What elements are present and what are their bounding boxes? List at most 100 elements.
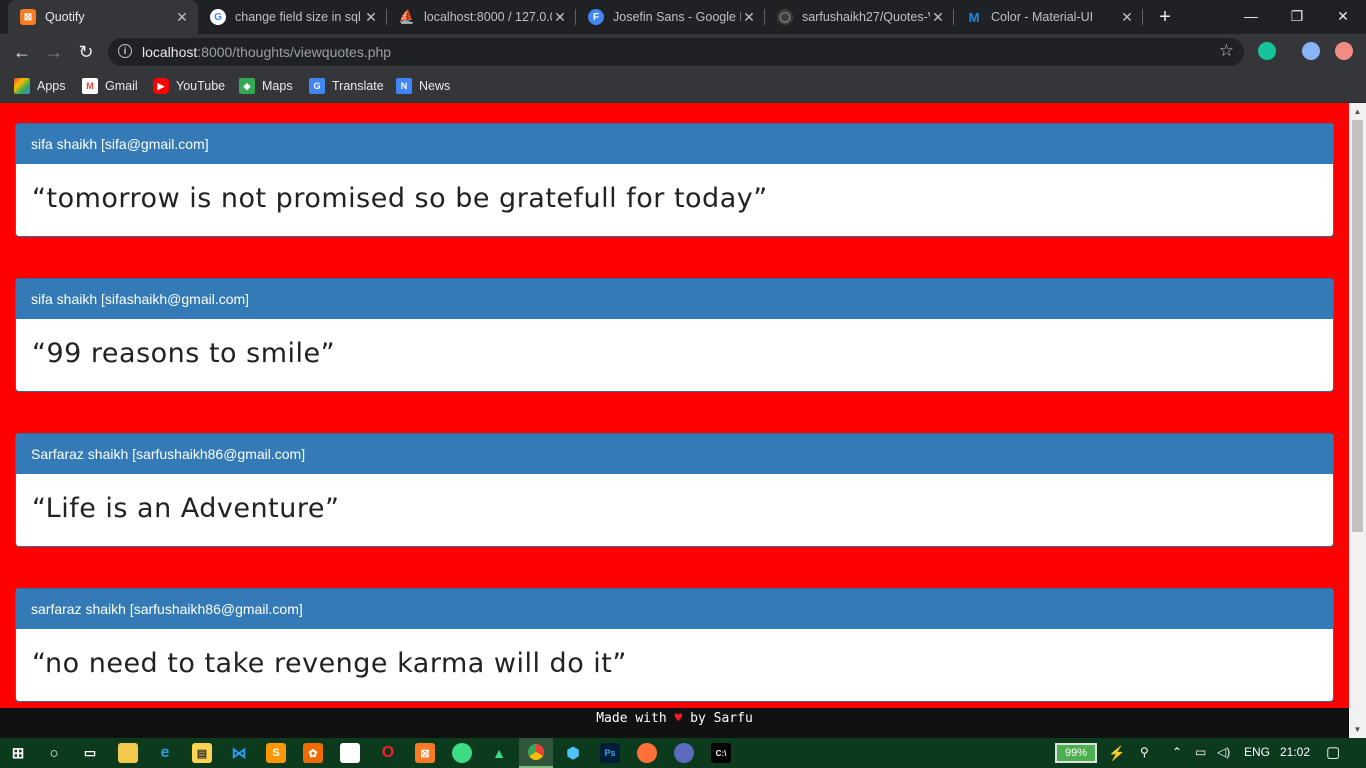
file-explorer-icon[interactable]	[118, 743, 138, 763]
phpmyadmin-icon: ⛵	[398, 9, 416, 24]
material-ui-icon: M	[968, 9, 980, 25]
bookmark-youtube[interactable]: ▶ YouTube	[153, 77, 225, 95]
tab-close-icon[interactable]: ✕	[1119, 9, 1135, 26]
terminal-icon[interactable]: C:\	[711, 743, 731, 763]
xampp-icon: ⊠	[20, 9, 36, 25]
bookmark-apps[interactable]: Apps	[14, 77, 66, 95]
address-bar[interactable]: i localhost:8000/thoughts/viewquotes.php…	[108, 38, 1244, 66]
scrollbar-thumb[interactable]	[1352, 120, 1363, 532]
cortana-icon[interactable]: ○	[44, 743, 64, 763]
xampp-control-icon[interactable]: ⊠	[415, 743, 435, 763]
browser-toolbar: ← → ↻ i localhost:8000/thoughts/viewquot…	[0, 34, 1366, 70]
bookmark-translate[interactable]: G Translate	[309, 77, 384, 95]
tab-title: Color - Material-UI	[991, 10, 1094, 24]
back-arrow-icon[interactable]: ←	[10, 40, 34, 64]
people-icon[interactable]: ⚲	[1140, 745, 1149, 759]
google-fonts-icon: F	[588, 9, 604, 25]
volume-icon[interactable]: ◁)	[1217, 745, 1230, 759]
footer-text-after: by Sarfu	[690, 711, 753, 726]
tab-material-ui[interactable]: M Color - Material-UI ✕	[954, 0, 1143, 34]
scroll-down-icon[interactable]: ▼	[1349, 721, 1366, 738]
tab-close-icon[interactable]: ✕	[174, 9, 190, 26]
virtualbox-icon[interactable]: ⬢	[563, 743, 583, 763]
quote-text: “99 reasons to smile”	[32, 338, 336, 369]
sublime-text-icon[interactable]: S	[266, 743, 286, 763]
minimize-button[interactable]: —	[1228, 0, 1274, 34]
tab-close-icon[interactable]: ✕	[930, 9, 946, 26]
firefox-icon[interactable]	[637, 743, 657, 763]
quote-text: “no need to take revenge karma will do i…	[32, 648, 627, 679]
language-indicator[interactable]: ENG	[1244, 745, 1270, 759]
youtube-icon: ▶	[153, 78, 169, 94]
windows-start-icon[interactable]: ⊞	[8, 743, 28, 763]
tab-phpmyadmin[interactable]: ⛵ localhost:8000 / 127.0.0 ✕	[387, 0, 576, 34]
tab-sql-search[interactable]: G change field size in sql ✕	[198, 0, 387, 34]
power-plug-icon[interactable]: ⚡	[1108, 745, 1125, 762]
apps-grid-icon	[14, 78, 30, 94]
site-info-icon[interactable]: i	[118, 44, 132, 58]
page-scrollbar[interactable]: ▲ ▼	[1349, 103, 1366, 738]
quote-card: sifa shaikh [sifa@gmail.com] “tomorrow i…	[15, 123, 1334, 237]
github-icon: ◯	[777, 9, 793, 25]
scroll-up-icon[interactable]: ▲	[1349, 103, 1366, 120]
quote-text: “tomorrow is not promised so be grateful…	[32, 183, 768, 214]
bookmark-gmail[interactable]: M Gmail	[82, 77, 138, 95]
tab-close-icon[interactable]: ✕	[741, 9, 757, 26]
clock[interactable]: 21:02	[1280, 745, 1310, 759]
footer-text-before: Made with	[596, 711, 667, 726]
quote-card: Sarfaraz shaikh [sarfushaikh86@gmail.com…	[15, 433, 1334, 547]
tab-title: localhost:8000 / 127.0.0	[424, 10, 552, 24]
opera-icon[interactable]: O	[378, 743, 398, 763]
profile-avatar[interactable]	[1302, 42, 1320, 60]
page-footer: Made with ♥ by Sarfu	[0, 708, 1349, 738]
restore-button[interactable]: ❐	[1274, 0, 1320, 34]
tray-chevron-icon[interactable]: ⌃	[1172, 745, 1182, 759]
news-icon: N	[396, 78, 412, 94]
forward-arrow-icon[interactable]: →	[42, 40, 66, 64]
quote-author: sifa shaikh [sifa@gmail.com]	[16, 124, 1333, 164]
notepad-icon[interactable]: ▤	[192, 743, 212, 763]
gmail-icon: M	[82, 78, 98, 94]
bookmark-maps[interactable]: ◆ Maps	[239, 77, 293, 95]
tab-quotify[interactable]: ⊠ Quotify ✕	[8, 0, 198, 34]
app-icon[interactable]	[674, 743, 694, 763]
task-view-icon[interactable]: ▭	[80, 743, 100, 763]
tab-close-icon[interactable]: ✕	[363, 9, 379, 26]
battery-indicator[interactable]: 99%	[1055, 743, 1097, 763]
quote-card: sifa shaikh [sifashaikh@gmail.com] “99 r…	[15, 278, 1334, 392]
url-path: :8000/thoughts/viewquotes.php	[197, 44, 392, 60]
quote-author: sifa shaikh [sifashaikh@gmail.com]	[16, 279, 1333, 319]
bookmark-star-icon[interactable]: ☆	[1219, 41, 1234, 61]
new-tab-button[interactable]: +	[1153, 5, 1177, 29]
bookmark-news[interactable]: N News	[396, 77, 450, 95]
document-icon[interactable]	[340, 743, 360, 763]
reload-icon[interactable]: ↻	[74, 40, 98, 64]
tab-title: Josefin Sans - Google F	[613, 10, 741, 24]
grammarly-icon[interactable]	[1258, 42, 1276, 60]
tab-title: change field size in sql	[235, 10, 361, 24]
notification-icon[interactable]: ▢	[1326, 743, 1340, 761]
url-text[interactable]: localhost:8000/thoughts/viewquotes.php	[142, 44, 391, 60]
battery-icon[interactable]: ▭	[1195, 745, 1206, 759]
tab-strip: ⊠ Quotify ✕ G change field size in sql ✕…	[0, 0, 1366, 34]
tab-close-icon[interactable]: ✕	[552, 9, 568, 26]
photoshop-icon[interactable]: Ps	[600, 743, 620, 763]
edge-icon[interactable]: e	[155, 743, 175, 763]
android-icon[interactable]: ▲	[489, 743, 509, 763]
page-content: sifa shaikh [sifa@gmail.com] “tomorrow i…	[0, 103, 1349, 708]
android-studio-icon[interactable]	[452, 743, 472, 763]
quote-author: Sarfaraz shaikh [sarfushaikh86@gmail.com…	[16, 434, 1333, 474]
xampp-taskbar-icon[interactable]: ✿	[303, 743, 323, 763]
close-window-button[interactable]: ✕	[1320, 0, 1366, 34]
update-icon[interactable]	[1335, 42, 1353, 60]
tab-title: sarfushaikh27/Quotes-V	[802, 10, 930, 24]
tab-google-fonts[interactable]: F Josefin Sans - Google F ✕	[576, 0, 765, 34]
quote-text: “Life is an Adventure”	[32, 493, 340, 524]
tab-github[interactable]: ◯ sarfushaikh27/Quotes-V ✕	[765, 0, 954, 34]
quote-author: sarfaraz shaikh [sarfushaikh86@gmail.com…	[16, 589, 1333, 629]
windows-taskbar: ⊞ ○ ▭ e ▤ ⋈ S ✿ O ⊠ ▲ ⬢ Ps C:\ 99% ⚡ ⚲ ⌃…	[0, 738, 1366, 768]
chrome-taskbar-icon[interactable]	[519, 738, 553, 768]
vscode-icon[interactable]: ⋈	[229, 743, 249, 763]
quote-card: sarfaraz shaikh [sarfushaikh86@gmail.com…	[15, 588, 1334, 702]
tab-title: Quotify	[45, 10, 85, 24]
